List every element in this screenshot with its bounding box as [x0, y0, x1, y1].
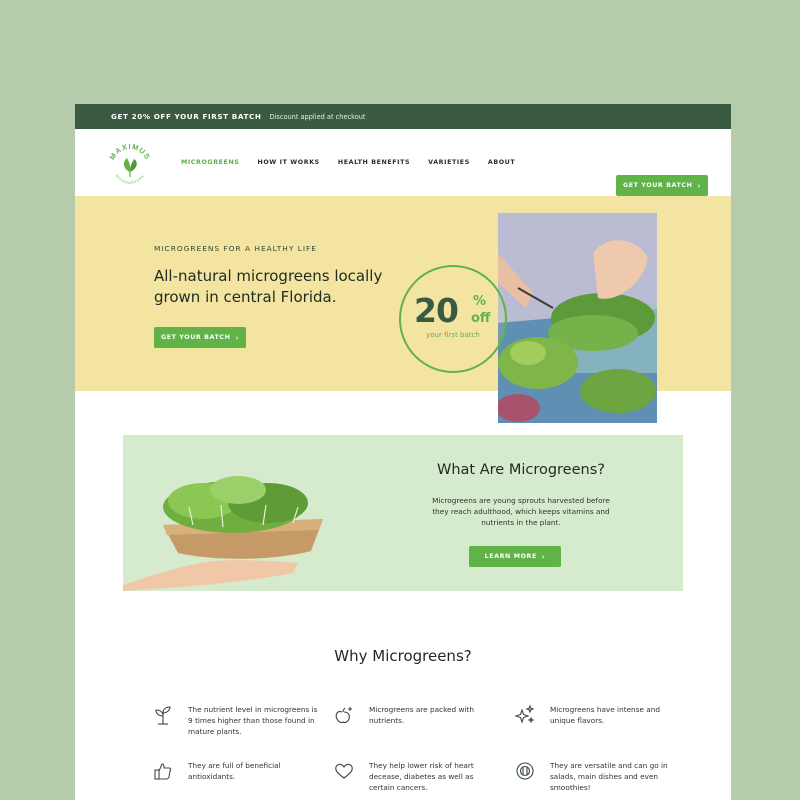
main-nav: MICROGREENS HOW IT WORKS HEALTH BENEFITS… [181, 159, 533, 166]
discount-badge: 20 % off your first batch [399, 265, 507, 373]
sprout-icon [155, 706, 171, 725]
apple-sparkle-icon [335, 707, 352, 724]
hero-get-batch-label: GET YOUR BATCH [160, 334, 231, 341]
promo-headline: GET 20% OFF YOUR FIRST BATCH [111, 112, 262, 121]
site-header: MAXIMUS MICROGREENS MICROGREENS HOW IT W… [75, 129, 731, 196]
nav-item-about[interactable]: ABOUT [488, 159, 515, 166]
nav-item-varieties[interactable]: VARIETIES [428, 159, 470, 166]
chevron-right-icon: › [697, 181, 702, 190]
feature-item: They are versatile and can go in salads,… [514, 760, 684, 793]
feature-text: They are full of beneficial antioxidants… [188, 761, 281, 781]
learn-more-label: LEARN MORE [484, 553, 537, 560]
feature-item: Microgreens are packed with nutrients. [333, 704, 503, 726]
feature-item: Microgreens have intense and unique flav… [514, 704, 684, 726]
feature-item: They are full of beneficial antioxidants… [152, 760, 322, 782]
badge-off: off [471, 311, 491, 326]
svg-text:MAXIMUS: MAXIMUS [108, 142, 153, 161]
nav-item-microgreens[interactable]: MICROGREENS [181, 159, 239, 166]
feature-item: They help lower risk of heart decease, d… [333, 760, 503, 793]
header-get-batch-label: GET YOUR BATCH [622, 182, 693, 189]
why-title: Why Microgreens? [334, 647, 472, 665]
feature-text: They are versatile and can go in salads,… [550, 761, 668, 792]
learn-more-button[interactable]: LEARN MORE › [469, 546, 561, 567]
hero-eyebrow: MICROGREENS FOR A HEALTHY LIFE [154, 244, 317, 253]
what-body: Microgreens are young sprouts harvested … [432, 496, 610, 527]
heart-icon [335, 763, 353, 779]
chevron-right-icon: › [541, 552, 546, 561]
badge-percent: % [473, 294, 487, 309]
logo-brand-text: MAXIMUS [108, 142, 152, 161]
feature-text: They help lower risk of heart decease, d… [369, 761, 474, 792]
microgreens-tray-image [123, 476, 323, 591]
badge-number: 20 [414, 291, 459, 330]
hero-headline: All-natural microgreens locally grown in… [154, 267, 383, 306]
badge-caption: your first batch [426, 331, 480, 339]
promo-note: Discount applied at checkout [269, 112, 366, 121]
plate-cutlery-icon [516, 762, 534, 780]
chevron-right-icon: › [235, 333, 240, 342]
feature-item: The nutrient level in microgreens is 9 t… [152, 704, 322, 737]
feature-text: Microgreens are packed with nutrients. [369, 705, 474, 725]
nav-item-health-benefits[interactable]: HEALTH BENEFITS [338, 159, 410, 166]
hero-photo [498, 213, 657, 423]
leaf-icon [123, 158, 137, 177]
feature-text: The nutrient level in microgreens is 9 t… [188, 705, 318, 736]
promo-bar: GET 20% OFF YOUR FIRST BATCH Discount ap… [75, 104, 731, 129]
sparkles-icon [514, 704, 535, 724]
what-title: What Are Microgreens? [437, 462, 605, 478]
what-section: What Are Microgreens? Microgreens are yo… [123, 435, 683, 591]
brand-logo[interactable]: MAXIMUS MICROGREENS [105, 139, 155, 189]
feature-text: Microgreens have intense and unique flav… [550, 705, 661, 725]
header-get-batch-button[interactable]: GET YOUR BATCH › [616, 175, 708, 196]
hero-get-batch-button[interactable]: GET YOUR BATCH › [154, 327, 246, 348]
page: GET 20% OFF YOUR FIRST BATCH Discount ap… [75, 104, 731, 800]
hero-section: MICROGREENS FOR A HEALTHY LIFE All-natur… [75, 196, 731, 423]
thumbs-up-icon [154, 763, 172, 780]
nav-item-how-it-works[interactable]: HOW IT WORKS [257, 159, 319, 166]
